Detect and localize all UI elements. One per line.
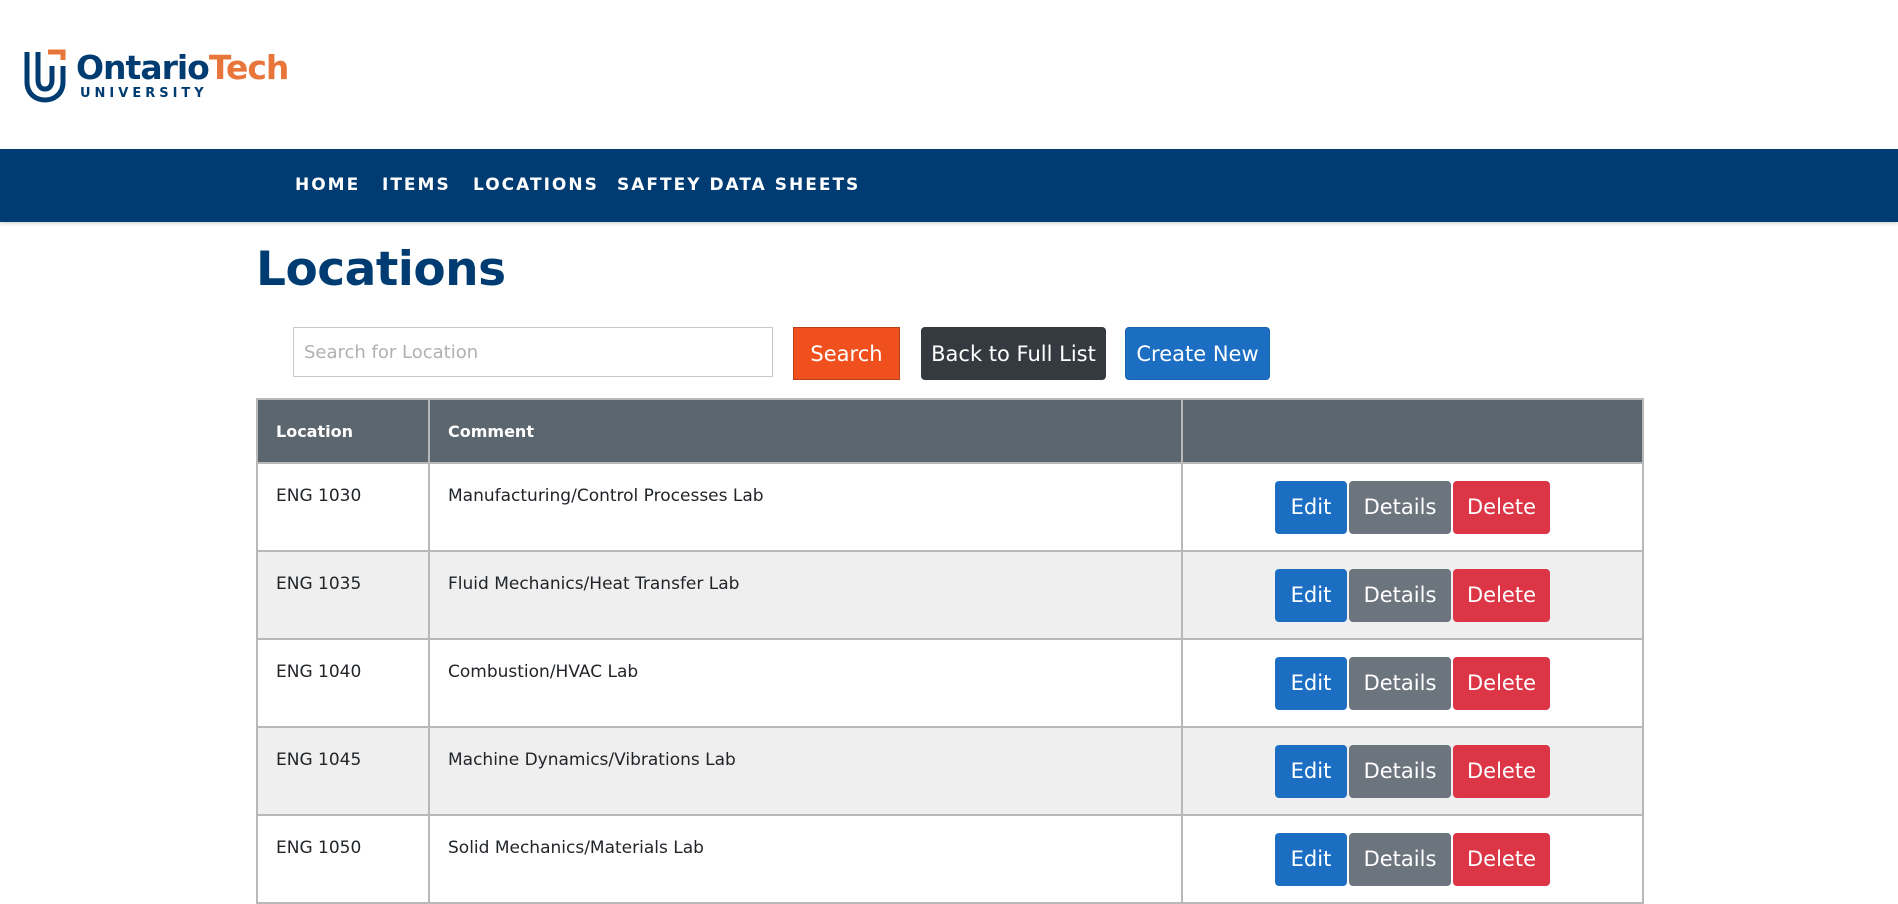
table-row: ENG 1045 Machine Dynamics/Vibrations Lab… — [256, 726, 1644, 816]
column-header-actions — [1181, 398, 1644, 464]
delete-button[interactable]: Delete — [1453, 568, 1550, 622]
search-button[interactable]: Search — [793, 327, 900, 380]
nav-safety-data-sheets[interactable]: SAFTEY DATA SHEETS — [617, 174, 860, 196]
details-button[interactable]: Details — [1349, 656, 1451, 710]
actions-cell: Edit Details Delete — [1181, 814, 1644, 904]
table-row: ENG 1030 Manufacturing/Control Processes… — [256, 462, 1644, 552]
location-cell: ENG 1045 — [256, 726, 430, 816]
table-row: ENG 1040 Combustion/HVAC Lab Edit Details… — [256, 638, 1644, 728]
location-cell: ENG 1030 — [256, 462, 430, 552]
edit-button[interactable]: Edit — [1275, 832, 1347, 886]
delete-button[interactable]: Delete — [1453, 832, 1550, 886]
comment-cell: Manufacturing/Control Processes Lab — [428, 462, 1183, 552]
comment-cell: Fluid Mechanics/Heat Transfer Lab — [428, 550, 1183, 640]
table-row: ENG 1035 Fluid Mechanics/Heat Transfer L… — [256, 550, 1644, 640]
details-button[interactable]: Details — [1349, 744, 1451, 798]
nav-locations[interactable]: LOCATIONS — [473, 174, 599, 196]
main-navbar: HOME ITEMS LOCATIONS SAFTEY DATA SHEETS — [0, 149, 1898, 222]
actions-cell: Edit Details Delete — [1181, 726, 1644, 816]
details-button[interactable]: Details — [1349, 480, 1451, 534]
actions-cell: Edit Details Delete — [1181, 462, 1644, 552]
location-cell: ENG 1050 — [256, 814, 430, 904]
shield-logo-icon — [24, 49, 66, 103]
logo-word-tech: Tech — [208, 48, 290, 87]
delete-button[interactable]: Delete — [1453, 744, 1550, 798]
details-button[interactable]: Details — [1349, 832, 1451, 886]
page-title: Locations — [256, 242, 506, 297]
nav-home[interactable]: HOME — [295, 174, 360, 196]
delete-button[interactable]: Delete — [1453, 480, 1550, 534]
comment-cell: Combustion/HVAC Lab — [428, 638, 1183, 728]
site-header: OntarioTech UNIVERSITY — [0, 0, 1898, 149]
table-row: ENG 1050 Solid Mechanics/Materials Lab E… — [256, 814, 1644, 904]
comment-cell: Solid Mechanics/Materials Lab — [428, 814, 1183, 904]
column-header-location: Location — [256, 398, 430, 464]
back-to-full-list-button[interactable]: Back to Full List — [921, 327, 1106, 380]
edit-button[interactable]: Edit — [1275, 480, 1347, 534]
logo-word-ontario: Ontario — [76, 48, 210, 87]
create-new-button[interactable]: Create New — [1125, 327, 1270, 380]
details-button[interactable]: Details — [1349, 568, 1451, 622]
edit-button[interactable]: Edit — [1275, 656, 1347, 710]
edit-button[interactable]: Edit — [1275, 744, 1347, 798]
logo-subtitle: UNIVERSITY — [80, 86, 208, 101]
comment-cell: Machine Dynamics/Vibrations Lab — [428, 726, 1183, 816]
logo-wordmark: OntarioTech — [76, 48, 290, 88]
actions-cell: Edit Details Delete — [1181, 550, 1644, 640]
ontario-tech-logo[interactable]: OntarioTech UNIVERSITY — [24, 48, 289, 104]
locations-table: Location Comment ENG 1030 Manufacturing/… — [256, 398, 1644, 904]
delete-button[interactable]: Delete — [1453, 656, 1550, 710]
actions-cell: Edit Details Delete — [1181, 638, 1644, 728]
table-header-row: Location Comment — [256, 398, 1644, 464]
search-input[interactable] — [293, 327, 773, 377]
column-header-comment: Comment — [428, 398, 1183, 464]
edit-button[interactable]: Edit — [1275, 568, 1347, 622]
location-cell: ENG 1035 — [256, 550, 430, 640]
location-cell: ENG 1040 — [256, 638, 430, 728]
nav-items[interactable]: ITEMS — [382, 174, 451, 196]
